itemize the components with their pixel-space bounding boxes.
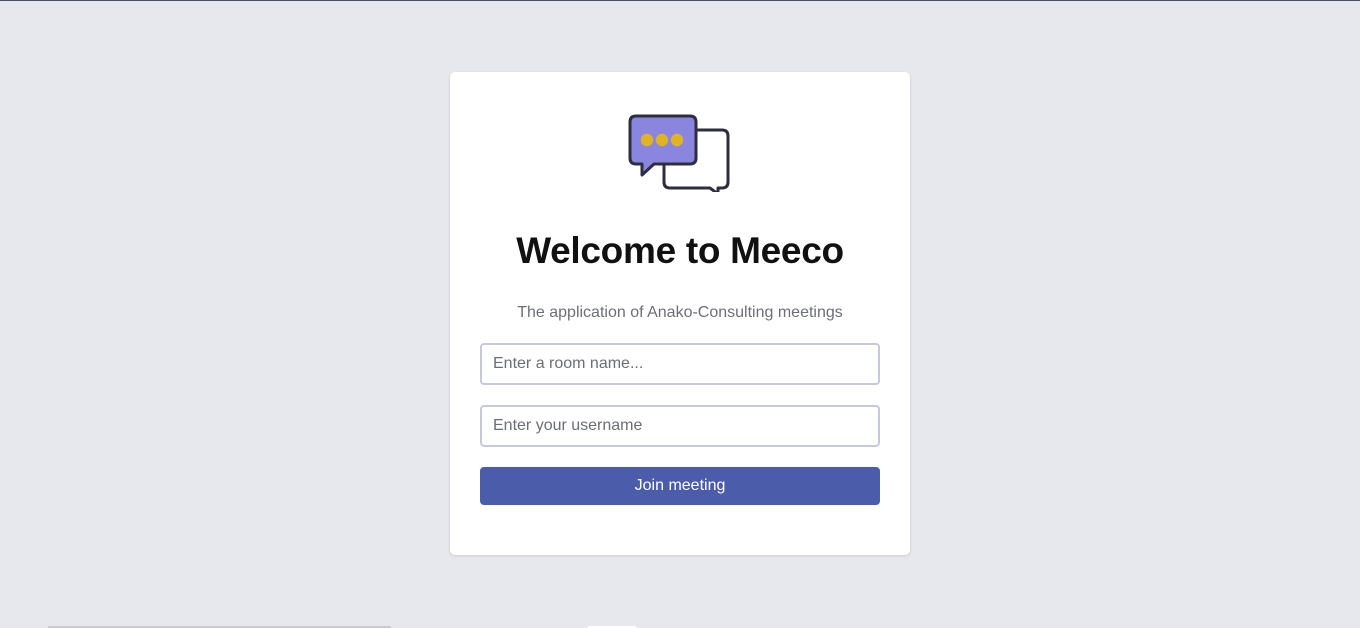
chat-bubbles-icon [628,114,730,192]
typing-dot [670,133,684,147]
username-input[interactable] [480,405,880,447]
welcome-card: Welcome to Meeco The application of Anak… [450,72,910,555]
page-title: Welcome to Meeco [516,230,844,271]
typing-dot [640,133,654,147]
typing-dot [655,133,669,147]
room-name-input[interactable] [480,343,880,385]
top-border [0,0,1360,1]
join-meeting-button[interactable]: Join meeting [480,467,880,505]
page-subtitle: The application of Anako-Consulting meet… [517,304,843,321]
